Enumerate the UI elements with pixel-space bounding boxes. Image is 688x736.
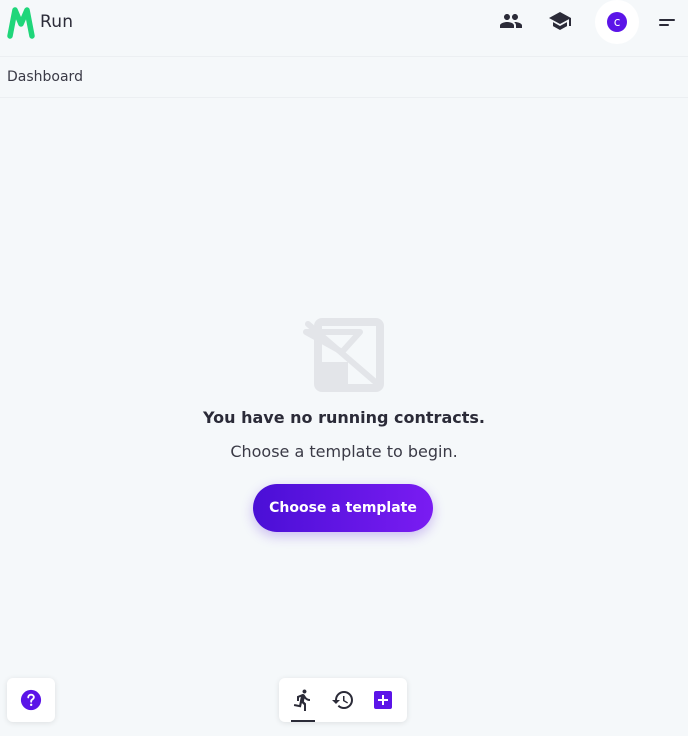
- help-button[interactable]: [7, 678, 55, 722]
- menu-icon[interactable]: [656, 12, 678, 32]
- app-logo[interactable]: Run: [6, 4, 73, 40]
- people-icon[interactable]: [498, 8, 524, 34]
- user-avatar-button[interactable]: c: [595, 0, 639, 44]
- graduation-cap-icon[interactable]: [547, 8, 573, 34]
- app-name: Run: [40, 12, 74, 32]
- run-logo-icon: [7, 7, 35, 39]
- empty-state: You have no running contracts. Choose a …: [0, 318, 688, 461]
- active-tab-indicator: [291, 720, 315, 722]
- bottom-nav: [279, 678, 407, 722]
- empty-state-title: You have no running contracts.: [203, 408, 485, 427]
- empty-state-subtitle: Choose a template to begin.: [230, 442, 458, 461]
- breadcrumb-bar: Dashboard: [0, 57, 688, 98]
- help-icon: [20, 689, 42, 711]
- top-bar: Run c: [0, 0, 688, 57]
- add-box-icon[interactable]: [371, 688, 395, 712]
- no-contracts-icon: [303, 318, 384, 392]
- running-icon[interactable]: [291, 688, 315, 712]
- avatar: c: [607, 12, 627, 32]
- breadcrumb[interactable]: Dashboard: [7, 69, 83, 85]
- history-icon[interactable]: [331, 688, 355, 712]
- choose-template-button[interactable]: Choose a template: [253, 484, 433, 532]
